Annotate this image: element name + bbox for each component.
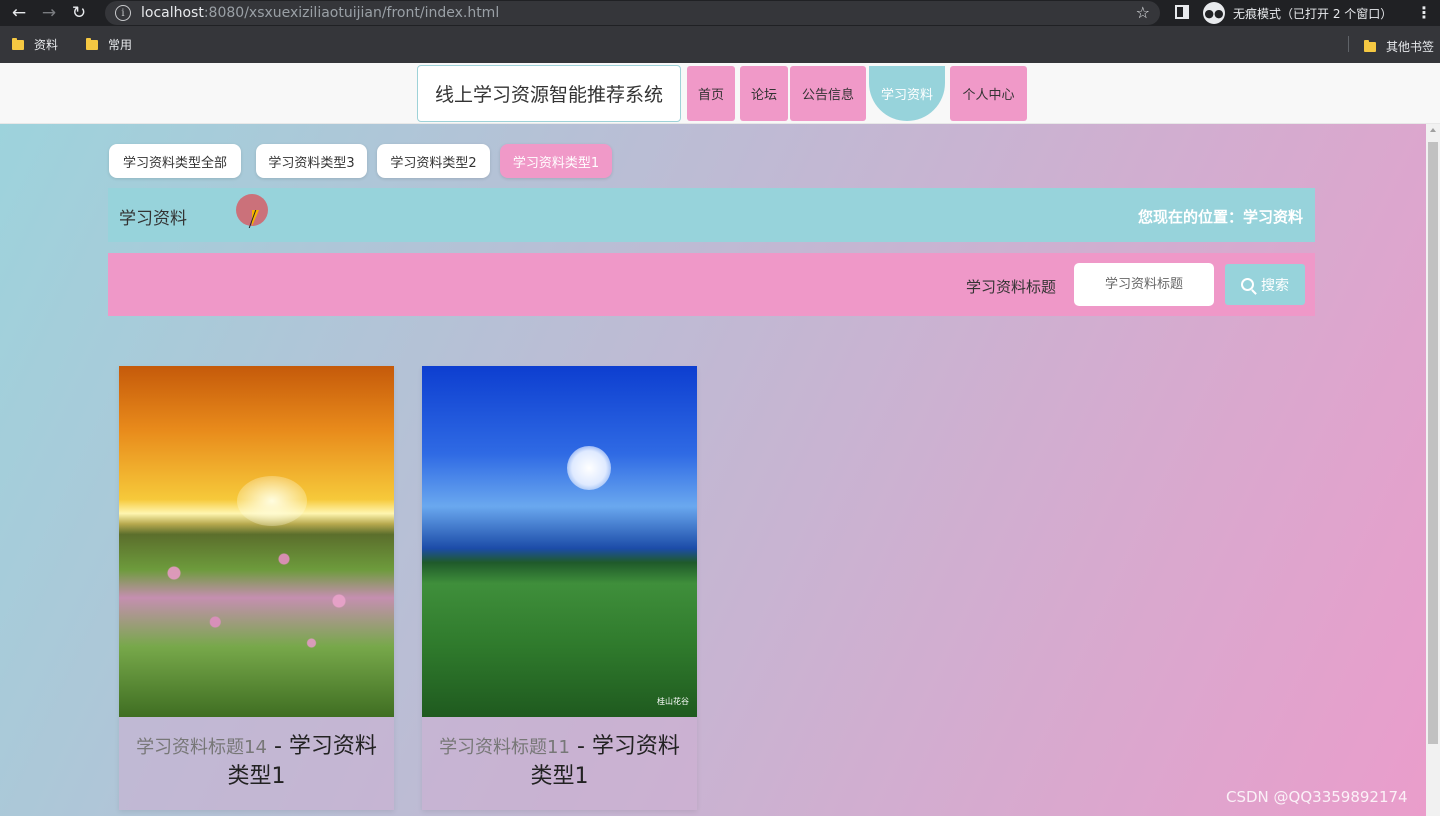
card-title: 学习资料标题11	[439, 737, 570, 758]
search-icon	[1241, 278, 1254, 291]
flower-field	[119, 531, 394, 671]
page-content: 线上学习资源智能推荐系统 首页 论坛 公告信息 学习资料 个人中心 学习资料类型…	[0, 63, 1440, 816]
incognito-icon: ●●	[1203, 2, 1225, 24]
card-image[interactable]	[119, 366, 394, 717]
csdn-watermark: CSDN @QQ3359892174	[1226, 788, 1408, 806]
bookmark-folder-ziliao[interactable]: 资料	[12, 36, 58, 53]
location-bar: 学习资料 您现在的位置：学习资料	[108, 188, 1315, 242]
incognito-label: 无痕模式（已打开 2 个窗口）	[1233, 6, 1393, 21]
side-panel-icon[interactable]	[1175, 5, 1189, 19]
nav-forum[interactable]: 论坛	[740, 66, 788, 121]
tab-category-2[interactable]: 学习资料类型2	[377, 144, 490, 178]
nav-personal-center[interactable]: 个人中心	[950, 66, 1027, 121]
material-card[interactable]: 学习资料标题14 - 学习资料类型1	[119, 366, 394, 810]
folder-icon	[1363, 39, 1376, 52]
forward-arrow-icon[interactable]: →	[34, 0, 64, 26]
bookmark-label: 资料	[34, 38, 59, 52]
sun-glow	[237, 476, 307, 526]
search-bar: 学习资料标题 搜索	[108, 253, 1315, 316]
reload-icon[interactable]: ↻	[64, 0, 94, 26]
bookmarks-bar: 资料 常用 其他书签	[0, 26, 1440, 63]
browser-toolbar: ← → ↻ i localhost:8080/xsxuexiziliaotuij…	[0, 0, 1440, 26]
moon-glow	[567, 446, 611, 490]
search-button[interactable]: 搜索	[1225, 264, 1305, 305]
other-bookmarks-label: 其他书签	[1385, 40, 1434, 54]
page-scrollbar[interactable]	[1426, 124, 1440, 816]
other-bookmarks[interactable]: 其他书签	[1363, 38, 1434, 55]
image-watermark: 桂山花谷	[657, 697, 689, 706]
bookmark-label: 常用	[108, 38, 133, 52]
card-image[interactable]: 桂山花谷	[422, 366, 697, 717]
search-label: 学习资料标题	[966, 278, 1057, 296]
site-info-icon[interactable]: i	[115, 5, 131, 21]
card-caption[interactable]: 学习资料标题11 - 学习资料类型1	[422, 717, 697, 810]
card-separator: -	[266, 734, 289, 759]
url-path: :8080/xsxuexiziliaotuijian/front/index.h…	[203, 5, 500, 21]
url-host: localhost	[141, 5, 204, 21]
section-title: 学习资料	[119, 209, 187, 229]
nav-study-materials[interactable]: 学习资料	[869, 66, 945, 121]
folder-icon	[12, 37, 24, 50]
bookmark-folder-changyong[interactable]: 常用	[86, 36, 132, 53]
scroll-up-arrow-icon[interactable]	[1430, 128, 1436, 132]
card-separator: -	[569, 734, 592, 759]
address-url: localhost:8080/xsxuexiziliaotuijian/fron…	[141, 5, 499, 21]
bookmark-star-icon[interactable]: ☆	[1136, 3, 1150, 22]
scroll-thumb[interactable]	[1428, 142, 1438, 744]
site-title: 线上学习资源智能推荐系统	[417, 65, 681, 122]
search-input[interactable]	[1074, 263, 1214, 306]
back-arrow-icon[interactable]: ←	[4, 0, 34, 26]
folder-icon	[86, 37, 99, 50]
material-card[interactable]: 桂山花谷 学习资料标题11 - 学习资料类型1	[422, 366, 697, 810]
breadcrumb: 您现在的位置：学习资料	[1137, 208, 1303, 226]
tab-category-1[interactable]: 学习资料类型1	[500, 144, 612, 178]
search-button-label: 搜索	[1261, 277, 1289, 294]
site-header: 线上学习资源智能推荐系统 首页 论坛 公告信息 学习资料 个人中心	[0, 63, 1440, 124]
tab-category-all[interactable]: 学习资料类型全部	[109, 144, 241, 178]
nav-announcements[interactable]: 公告信息	[790, 66, 866, 121]
mouse-cursor-icon	[252, 210, 259, 226]
address-bar[interactable]: i localhost:8080/xsxuexiziliaotuijian/fr…	[105, 1, 1160, 25]
incognito-indicator[interactable]: ●● 无痕模式（已打开 2 个窗口）	[1203, 2, 1392, 24]
tab-category-3[interactable]: 学习资料类型3	[256, 144, 367, 178]
card-caption[interactable]: 学习资料标题14 - 学习资料类型1	[119, 717, 394, 810]
nav-home[interactable]: 首页	[687, 66, 735, 121]
card-title: 学习资料标题14	[136, 737, 267, 758]
bookmark-divider	[1348, 36, 1349, 52]
browser-menu-icon[interactable]: ⋮	[1416, 3, 1432, 22]
